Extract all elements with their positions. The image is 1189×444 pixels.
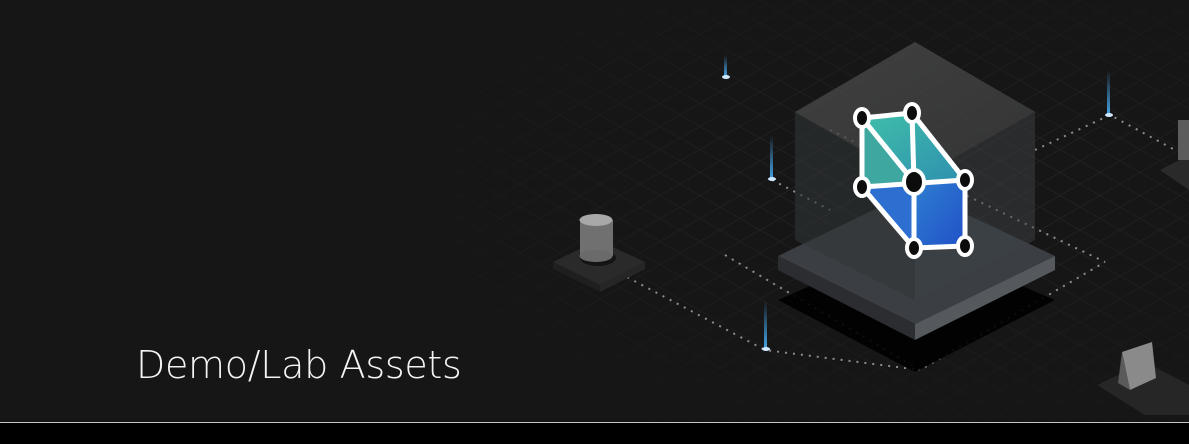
hero-banner: Demo/Lab Assets: [0, 0, 1189, 422]
page-bottom-band: [0, 423, 1189, 444]
page-title: Demo/Lab Assets: [136, 343, 462, 387]
